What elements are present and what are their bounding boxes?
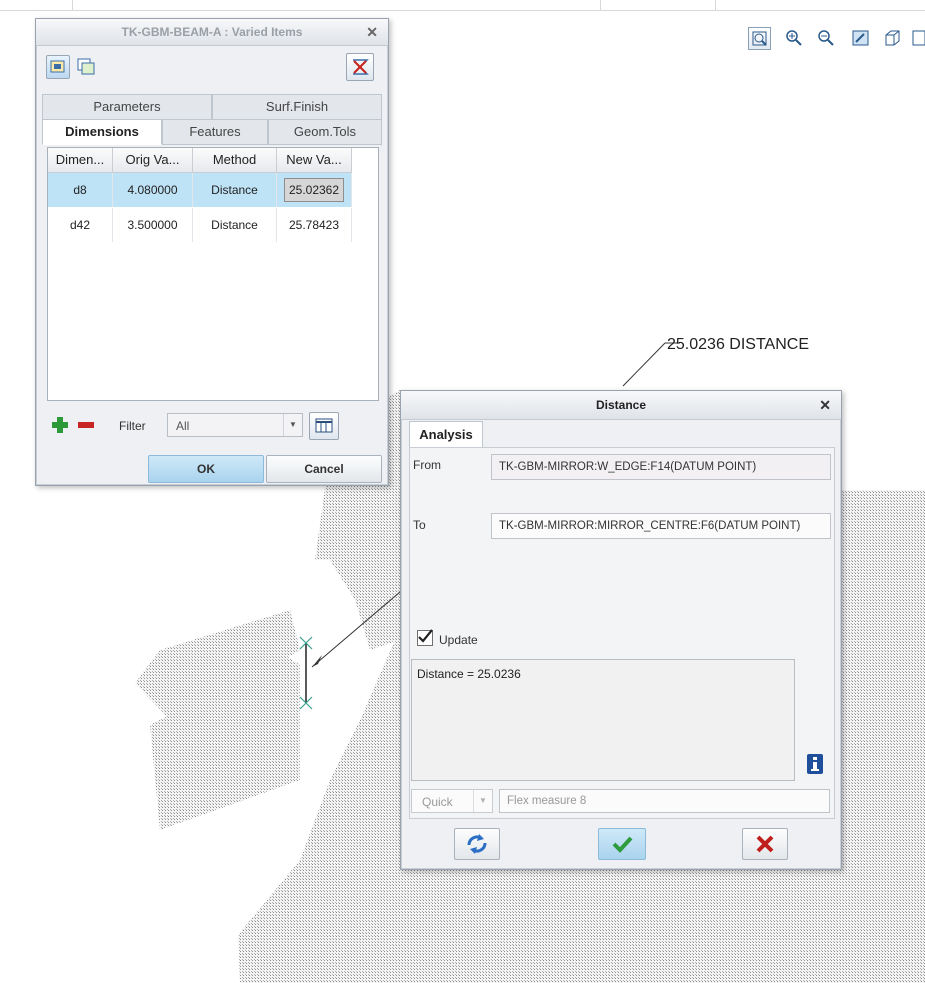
dialog-title: TK-GBM-BEAM-A : Varied Items xyxy=(121,25,303,39)
table-columns-button[interactable] xyxy=(309,412,339,440)
distance-annotation: 25.0236 DISTANCE xyxy=(667,336,809,353)
tab-geom-tols[interactable]: Geom.Tols xyxy=(268,119,382,145)
save-analysis-button[interactable] xyxy=(454,828,500,860)
close-icon xyxy=(756,835,774,853)
chevron-down-icon[interactable]: ▼ xyxy=(473,790,492,812)
measure-arrow xyxy=(312,655,322,667)
column-header-dimension[interactable]: Dimen... xyxy=(48,148,113,173)
new-value-editor[interactable]: 25.02362 xyxy=(283,178,345,202)
delete-items-icon xyxy=(353,59,369,75)
dimension-view-button[interactable] xyxy=(46,55,70,79)
cancel-button[interactable]: Cancel xyxy=(266,455,382,483)
tab-analysis[interactable]: Analysis xyxy=(409,421,483,449)
quick-select-value: Quick xyxy=(422,795,453,809)
cell-method[interactable]: Distance xyxy=(193,173,277,207)
cell-dimension: d8 xyxy=(48,173,113,207)
results-text: Distance = 25.0236 xyxy=(417,667,521,681)
ok-button[interactable]: OK xyxy=(148,455,264,483)
table-row[interactable]: d42 3.500000 Distance 25.78423 xyxy=(48,208,352,242)
from-label: From xyxy=(413,458,441,472)
zoom-refit-icon[interactable] xyxy=(748,27,771,50)
update-checkbox[interactable] xyxy=(417,629,433,646)
tab-dimensions[interactable]: Dimensions xyxy=(42,119,162,145)
saved-views-icon[interactable] xyxy=(910,27,925,50)
tab-features[interactable]: Features xyxy=(162,119,268,145)
dimension-view-icon xyxy=(50,60,65,73)
chevron-down-icon[interactable]: ▼ xyxy=(283,414,302,436)
view-orientation-icon[interactable] xyxy=(882,27,905,50)
feature-view-icon xyxy=(77,58,95,75)
feature-name-field[interactable]: Flex measure 8 xyxy=(499,789,830,813)
close-icon[interactable]: ✕ xyxy=(819,391,831,419)
filter-select-value: All xyxy=(176,419,190,433)
quick-select[interactable]: Quick ▼ xyxy=(411,789,493,813)
cell-dimension: d42 xyxy=(48,208,113,242)
minus-icon xyxy=(78,422,94,428)
add-item-button[interactable] xyxy=(50,415,70,435)
varied-items-dialog: TK-GBM-BEAM-A : Varied Items ✕ Parameter… xyxy=(35,18,389,486)
from-reference-field[interactable]: TK-GBM-MIRROR:W_EDGE:F14(DATUM POINT) xyxy=(491,454,831,480)
distance-dialog: Distance ✕ Analysis From TK-GBM-MIRROR:W… xyxy=(400,390,842,870)
zoom-out-icon[interactable] xyxy=(815,27,838,50)
close-icon[interactable]: ✕ xyxy=(366,19,378,45)
cancel-analysis-button[interactable] xyxy=(742,828,788,860)
table-columns-icon xyxy=(315,418,333,433)
remove-item-button[interactable] xyxy=(76,415,96,435)
cell-new-value[interactable]: 25.02362 xyxy=(277,173,352,207)
cell-method[interactable]: Distance xyxy=(193,208,277,242)
leader-line xyxy=(622,342,666,387)
remove-all-button[interactable] xyxy=(346,53,374,81)
zoom-in-icon[interactable] xyxy=(783,27,806,50)
tab-parameters[interactable]: Parameters xyxy=(42,94,212,120)
regenerate-icon xyxy=(467,834,487,854)
plus-icon xyxy=(52,417,68,433)
to-label: To xyxy=(413,518,426,532)
info-icon xyxy=(807,754,823,774)
cell-new-value[interactable]: 25.78423 xyxy=(277,208,352,242)
repaint-icon[interactable] xyxy=(850,27,873,50)
filter-select[interactable]: All ▼ xyxy=(167,413,303,437)
checkmark-icon xyxy=(418,629,433,643)
confirm-button[interactable] xyxy=(598,828,646,860)
dialog-title: Distance xyxy=(595,398,647,412)
column-header-orig-value[interactable]: Orig Va... xyxy=(113,148,193,173)
info-button[interactable] xyxy=(805,753,825,775)
cell-orig-value: 4.080000 xyxy=(113,173,193,207)
dimensions-table[interactable]: Dimen... Orig Va... Method New Va... d8 … xyxy=(47,147,379,401)
feature-view-button[interactable] xyxy=(74,55,98,79)
varied-items-titlebar[interactable]: TK-GBM-BEAM-A : Varied Items ✕ xyxy=(36,19,388,46)
table-row[interactable]: d8 4.080000 Distance 25.02362 xyxy=(48,173,352,207)
tab-surf-finish[interactable]: Surf.Finish xyxy=(212,94,382,120)
update-label: Update xyxy=(439,633,478,647)
distance-titlebar[interactable]: Distance ✕ xyxy=(401,391,841,420)
filter-label: Filter xyxy=(119,419,146,433)
results-area[interactable]: Distance = 25.0236 xyxy=(411,659,795,781)
column-header-method[interactable]: Method xyxy=(193,148,277,173)
column-header-new-value[interactable]: New Va... xyxy=(277,148,352,173)
checkmark-icon xyxy=(612,836,633,853)
cell-orig-value: 3.500000 xyxy=(113,208,193,242)
to-reference-field[interactable]: TK-GBM-MIRROR:MIRROR_CENTRE:F6(DATUM POI… xyxy=(491,513,831,539)
